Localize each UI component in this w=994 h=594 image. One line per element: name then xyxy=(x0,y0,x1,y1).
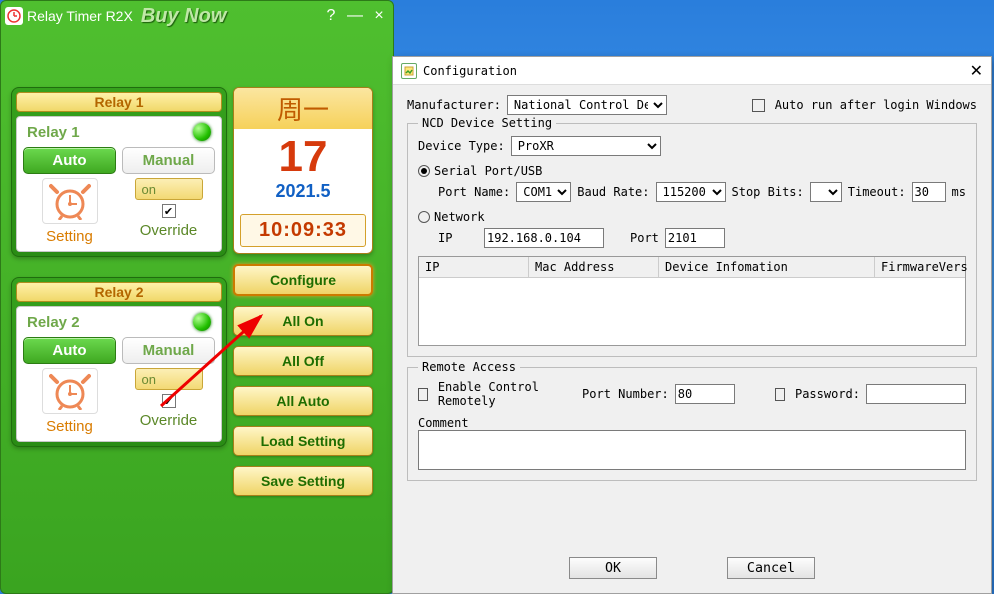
port-name-select[interactable]: COM1 xyxy=(516,182,571,202)
dialog-icon xyxy=(401,63,417,79)
autorun-label: Auto run after login Windows xyxy=(775,98,977,112)
baud-rate-label: Baud Rate: xyxy=(577,185,649,199)
autorun-checkbox[interactable] xyxy=(752,99,765,112)
relay-2-auto-button[interactable]: Auto xyxy=(23,337,116,364)
relay-timer-window: Relay Timer R2X Buy Now ? — × Relay 1 Re… xyxy=(0,0,394,594)
app-logo-icon xyxy=(5,7,23,25)
calendar-day: 17 xyxy=(234,129,372,179)
port-number-input[interactable] xyxy=(675,384,735,404)
cancel-button[interactable]: Cancel xyxy=(727,557,815,579)
ncd-device-setting-group: NCD Device Setting Device Type: ProXR Se… xyxy=(407,123,977,357)
col-ip: IP xyxy=(419,257,529,277)
manufacturer-label: Manufacturer: xyxy=(407,98,501,112)
col-firmware: FirmwareVers xyxy=(875,257,965,277)
relay-2-manual-button[interactable]: Manual xyxy=(122,337,215,364)
relay-1-setting-link[interactable]: Setting xyxy=(46,228,93,245)
ip-label: IP xyxy=(438,231,478,245)
relay-2-override-checkbox[interactable]: ✔ xyxy=(162,394,176,408)
relay-2-override-label: Override xyxy=(140,412,198,429)
relay-1-panel: Relay 1 Relay 1 Auto Setting xyxy=(11,87,227,257)
device-type-select[interactable]: ProXR xyxy=(511,136,661,156)
help-button[interactable]: ? xyxy=(321,7,341,25)
calendar-widget: 周一 17 2021.5 10:09:33 xyxy=(233,87,373,254)
password-input[interactable] xyxy=(866,384,966,404)
alarm-clock-icon xyxy=(42,368,98,414)
ok-button[interactable]: OK xyxy=(569,557,657,579)
minimize-button[interactable]: — xyxy=(345,7,365,25)
comment-input[interactable] xyxy=(418,430,966,470)
relay-1-manual-button[interactable]: Manual xyxy=(122,147,215,174)
port-name-label: Port Name: xyxy=(438,185,510,199)
stop-bits-label: Stop Bits: xyxy=(732,185,804,199)
calendar-time: 10:09:33 xyxy=(240,214,366,247)
all-off-button[interactable]: All Off xyxy=(233,346,373,376)
all-on-button[interactable]: All On xyxy=(233,306,373,336)
save-setting-button[interactable]: Save Setting xyxy=(233,466,373,496)
port-input[interactable] xyxy=(665,228,725,248)
configuration-dialog: Configuration ✕ Manufacturer: National C… xyxy=(392,56,992,594)
network-radio[interactable]: Network xyxy=(418,210,966,224)
relay-2-status-icon xyxy=(193,313,211,331)
relay-2-panel: Relay 2 Relay 2 Auto Setting xyxy=(11,277,227,447)
dialog-close-button[interactable]: ✕ xyxy=(970,61,983,81)
relay-1-title: Relay 1 xyxy=(16,92,222,112)
ip-input[interactable] xyxy=(484,228,604,248)
baud-rate-select[interactable]: 115200 xyxy=(656,182,726,202)
enable-remote-checkbox[interactable] xyxy=(418,388,428,401)
buy-now-link[interactable]: Buy Now xyxy=(141,5,227,28)
col-mac: Mac Address xyxy=(529,257,659,277)
relay-1-state-toggle[interactable]: on xyxy=(135,178,203,200)
port-number-label: Port Number: xyxy=(582,387,669,401)
timeout-label: Timeout: xyxy=(848,185,906,199)
all-auto-button[interactable]: All Auto xyxy=(233,386,373,416)
remote-access-group: Remote Access Enable Control Remotely Po… xyxy=(407,367,977,481)
relay-1-override-label: Override xyxy=(140,222,198,239)
serial-port-radio[interactable]: Serial Port/USB xyxy=(418,164,966,178)
comment-label: Comment xyxy=(418,416,469,430)
relay-2-setting-link[interactable]: Setting xyxy=(46,418,93,435)
dialog-title: Configuration xyxy=(423,64,517,78)
load-setting-button[interactable]: Load Setting xyxy=(233,426,373,456)
timeout-input[interactable] xyxy=(912,182,946,202)
calendar-weekday: 周一 xyxy=(234,88,372,129)
app-title: Relay Timer R2X xyxy=(27,8,133,24)
calendar-year-month: 2021.5 xyxy=(234,179,372,208)
enable-remote-label: Enable Control Remotely xyxy=(438,380,556,408)
relay-2-title: Relay 2 xyxy=(16,282,222,302)
radio-selected-icon xyxy=(418,165,430,177)
password-checkbox[interactable] xyxy=(775,388,785,401)
radio-unselected-icon xyxy=(418,211,430,223)
configure-button[interactable]: Configure xyxy=(233,264,373,296)
timeout-unit: ms xyxy=(952,185,966,199)
titlebar: Relay Timer R2X Buy Now ? — × xyxy=(1,1,393,31)
remote-legend: Remote Access xyxy=(418,360,520,374)
password-label: Password: xyxy=(795,387,860,401)
dialog-titlebar: Configuration ✕ xyxy=(393,57,991,85)
alarm-clock-icon xyxy=(42,178,98,224)
col-device-info: Device Infomation xyxy=(659,257,875,277)
relay-1-name: Relay 1 xyxy=(27,124,80,141)
ncd-legend: NCD Device Setting xyxy=(418,116,556,130)
stop-bits-select[interactable] xyxy=(810,182,842,202)
port-label: Port xyxy=(630,231,659,245)
relay-1-override-checkbox[interactable]: ✔ xyxy=(162,204,176,218)
relay-2-name: Relay 2 xyxy=(27,314,80,331)
close-button[interactable]: × xyxy=(369,7,389,25)
relay-2-state-toggle[interactable]: on xyxy=(135,368,203,390)
devices-table[interactable]: IP Mac Address Device Infomation Firmwar… xyxy=(418,256,966,346)
relay-1-auto-button[interactable]: Auto xyxy=(23,147,116,174)
manufacturer-select[interactable]: National Control Dev. xyxy=(507,95,667,115)
relay-1-status-icon xyxy=(193,123,211,141)
device-type-label: Device Type: xyxy=(418,139,505,153)
